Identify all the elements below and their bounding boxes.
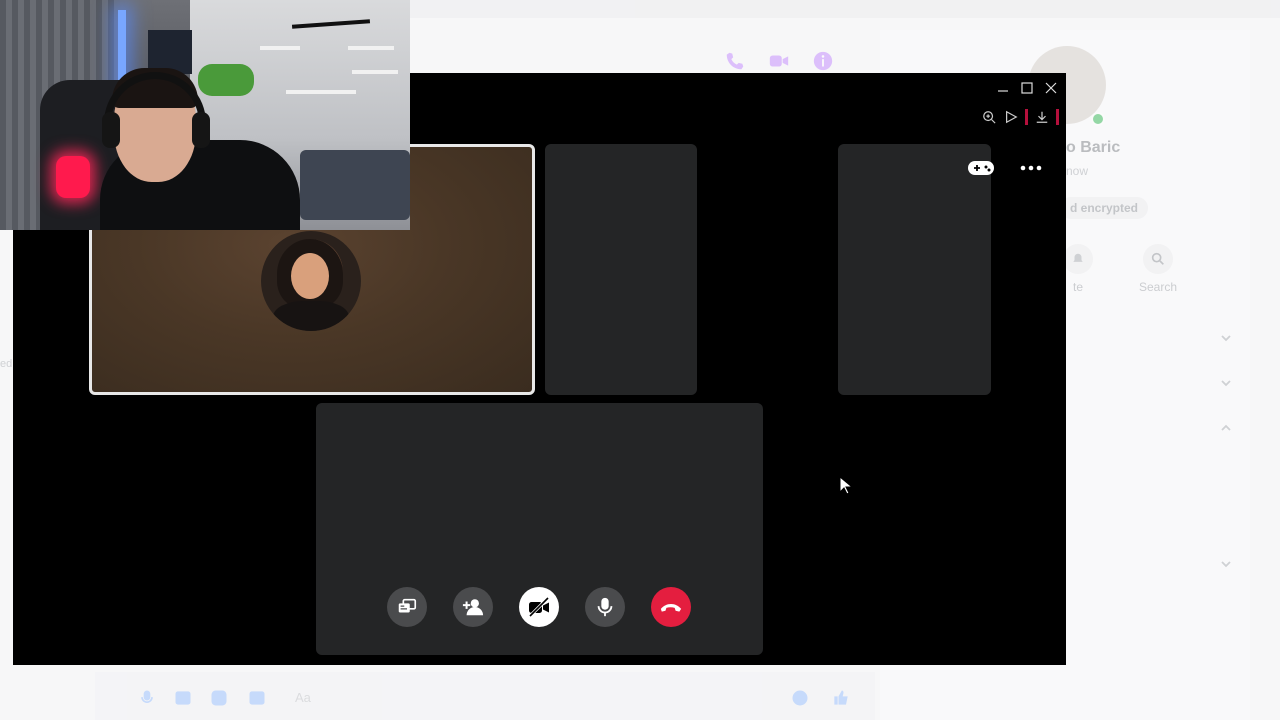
chevron-up-icon[interactable] (1218, 420, 1234, 436)
search-action-label: Search (1138, 280, 1178, 294)
toolbar-separator (1056, 109, 1059, 125)
contact-actions: te Search (1056, 244, 1180, 294)
left-panel-fragment: ed (0, 358, 13, 370)
close-button[interactable] (1042, 79, 1060, 97)
webcam-headset-ear (102, 112, 120, 148)
camera-off-icon (528, 596, 550, 618)
chevron-down-icon[interactable] (1218, 330, 1234, 346)
download-icon (1036, 111, 1048, 123)
contact-name: o Baric (1066, 139, 1121, 156)
webcam-shelf (352, 70, 398, 74)
maximize-icon (1021, 82, 1033, 94)
bell-icon (1063, 244, 1093, 274)
search-icon (1143, 244, 1173, 274)
sticker-icon[interactable] (209, 688, 229, 708)
search-action[interactable]: Search (1136, 244, 1180, 294)
send-button[interactable] (1003, 109, 1019, 125)
add-person-button[interactable] (453, 587, 493, 627)
chevron-down-icon[interactable] (1218, 375, 1234, 391)
webcam-shelf (260, 46, 300, 50)
contact-status: now (1066, 164, 1089, 178)
window-controls (994, 79, 1060, 97)
play-arrow-icon (1006, 110, 1018, 124)
webcam-sofa (300, 150, 410, 220)
participant-tile[interactable] (838, 144, 991, 395)
gif-icon[interactable] (247, 688, 267, 708)
share-screen-icon (398, 598, 417, 613)
image-icon[interactable] (173, 688, 193, 708)
participant-avatar (261, 231, 361, 331)
chat-header-actions (724, 50, 834, 72)
effects-button[interactable] (966, 157, 996, 179)
chevron-down-icon[interactable] (1218, 556, 1234, 572)
download-button[interactable] (1034, 109, 1050, 125)
mic-icon[interactable] (137, 688, 157, 708)
webcam-shelf (286, 90, 356, 94)
end-call-button[interactable] (651, 587, 691, 627)
webcam-shelf (348, 46, 394, 50)
microphone-icon (597, 597, 613, 617)
webcam-lamp (56, 156, 90, 198)
minimize-icon (998, 90, 1008, 92)
maximize-button[interactable] (1018, 79, 1036, 97)
more-options-button[interactable] (1017, 157, 1045, 179)
webcam-headset-ear (192, 112, 210, 148)
gamepad-icon (968, 161, 994, 175)
zoom-button[interactable] (981, 109, 997, 125)
more-dots-icon (1020, 165, 1042, 171)
message-composer: Aa (95, 672, 875, 720)
info-icon[interactable] (812, 50, 834, 72)
online-status-dot (1091, 112, 1105, 126)
toolbar-separator (1025, 109, 1028, 125)
mute-action-label: te (1072, 280, 1083, 294)
emoji-icon[interactable] (790, 688, 810, 708)
phone-icon[interactable] (724, 50, 746, 72)
add-person-icon (462, 599, 484, 616)
encryption-badge[interactable]: d encrypted (1060, 197, 1149, 219)
thumbs-up-icon[interactable] (831, 688, 851, 708)
webcam-plush-hat (198, 64, 254, 96)
participant-tile[interactable] (545, 144, 697, 395)
composer-input[interactable]: Aa (295, 690, 311, 705)
microphone-button[interactable] (585, 587, 625, 627)
end-call-icon (660, 604, 682, 612)
camera-off-button[interactable] (519, 587, 559, 627)
share-screen-button[interactable] (387, 587, 427, 627)
mouse-cursor-icon (839, 476, 853, 495)
call-controls (387, 587, 691, 627)
close-icon (1045, 82, 1057, 94)
video-icon[interactable] (768, 50, 790, 72)
overlay-toolbar (981, 109, 1059, 125)
zoom-in-icon (983, 111, 996, 124)
webcam-overlay (0, 0, 410, 230)
minimize-button[interactable] (994, 79, 1012, 97)
